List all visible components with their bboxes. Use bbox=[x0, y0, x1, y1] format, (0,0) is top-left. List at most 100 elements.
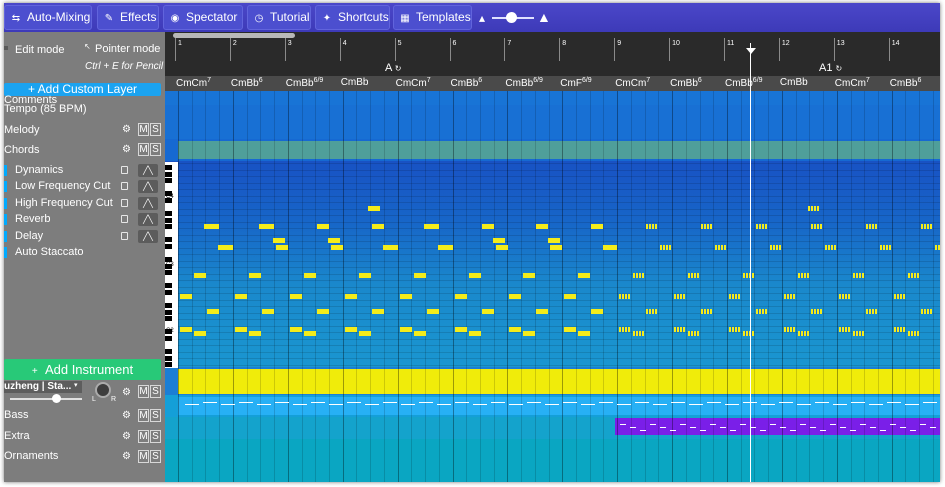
note[interactable] bbox=[688, 273, 700, 278]
bass-note[interactable] bbox=[203, 402, 217, 404]
note[interactable] bbox=[783, 294, 795, 299]
bass-note[interactable] bbox=[401, 404, 415, 406]
extra-note[interactable] bbox=[740, 423, 746, 425]
extra-note[interactable] bbox=[720, 426, 726, 428]
extra-note[interactable] bbox=[870, 426, 876, 428]
black-key[interactable] bbox=[165, 316, 172, 321]
note[interactable] bbox=[426, 309, 439, 314]
note[interactable] bbox=[729, 294, 740, 299]
chords-settings-gear-icon[interactable]: ⚙ bbox=[122, 144, 131, 155]
extra-note[interactable] bbox=[920, 423, 926, 425]
bass-mute-button[interactable]: M bbox=[138, 409, 149, 422]
playhead[interactable] bbox=[750, 43, 751, 482]
note[interactable] bbox=[330, 245, 343, 250]
black-key[interactable] bbox=[165, 310, 172, 315]
zoom-in-icon[interactable]: ▲ bbox=[537, 9, 551, 25]
black-key[interactable] bbox=[165, 218, 172, 223]
melody-block[interactable] bbox=[178, 141, 940, 159]
bass-note[interactable] bbox=[239, 402, 253, 404]
spectator-button[interactable]: ◉ Spectator bbox=[163, 5, 243, 30]
note[interactable] bbox=[619, 327, 631, 332]
chord-label[interactable]: CmBb6/9 bbox=[286, 77, 324, 89]
note[interactable] bbox=[674, 327, 686, 332]
bass-note[interactable] bbox=[383, 402, 397, 404]
black-key[interactable] bbox=[165, 172, 172, 177]
piano-roll-grid[interactable]: C4 C3 C2 bbox=[165, 91, 940, 482]
instrument-select[interactable]: uzheng | Sta... ▾ bbox=[4, 381, 82, 393]
note[interactable] bbox=[920, 224, 932, 229]
bass-note[interactable] bbox=[257, 404, 271, 406]
zoom-out-icon[interactable]: ▴ bbox=[479, 11, 485, 25]
note[interactable] bbox=[591, 309, 604, 314]
note[interactable] bbox=[810, 309, 822, 314]
note[interactable] bbox=[481, 309, 494, 314]
note[interactable] bbox=[591, 224, 604, 229]
bass-note[interactable] bbox=[869, 404, 883, 406]
pointer-mode-button[interactable]: Pointer mode bbox=[95, 43, 160, 55]
bass-note[interactable] bbox=[347, 402, 361, 404]
extra-settings-gear-icon[interactable]: ⚙ bbox=[122, 431, 131, 442]
note[interactable] bbox=[316, 309, 329, 314]
note[interactable] bbox=[454, 327, 467, 332]
envelope-icon[interactable]: ╱╲ bbox=[138, 230, 158, 243]
note[interactable] bbox=[674, 294, 686, 299]
bass-note[interactable] bbox=[563, 402, 577, 404]
instrument-solo-button[interactable]: S bbox=[150, 385, 161, 398]
note[interactable] bbox=[879, 245, 891, 250]
extra-mute-button[interactable]: M bbox=[138, 430, 149, 443]
black-key[interactable] bbox=[165, 356, 172, 361]
envelope-icon[interactable]: ╱╲ bbox=[138, 164, 158, 177]
instrument-mute-button[interactable]: M bbox=[138, 385, 149, 398]
chord-label[interactable]: CmBb6 bbox=[231, 77, 263, 89]
note[interactable] bbox=[344, 294, 357, 299]
note[interactable] bbox=[303, 273, 316, 278]
note[interactable] bbox=[509, 294, 522, 299]
add-instrument-button[interactable]: + Add Instrument bbox=[4, 359, 161, 380]
extra-note[interactable] bbox=[900, 426, 906, 428]
bass-settings-gear-icon[interactable]: ⚙ bbox=[122, 410, 131, 421]
black-key[interactable] bbox=[165, 303, 172, 308]
bass-note[interactable] bbox=[815, 402, 829, 404]
copy-icon[interactable] bbox=[121, 199, 128, 207]
bass-note[interactable] bbox=[851, 402, 865, 404]
bass-note[interactable] bbox=[833, 404, 847, 406]
black-key[interactable] bbox=[165, 362, 172, 367]
copy-icon[interactable] bbox=[121, 166, 128, 174]
note[interactable] bbox=[934, 245, 940, 250]
extra-note[interactable] bbox=[850, 429, 856, 431]
ornaments-solo-button[interactable]: S bbox=[150, 450, 161, 463]
chord-label[interactable]: CmCm7 bbox=[615, 77, 650, 89]
note[interactable] bbox=[536, 309, 549, 314]
note[interactable] bbox=[756, 224, 767, 229]
extra-note[interactable] bbox=[680, 423, 686, 425]
chord-label[interactable]: CmCm7 bbox=[835, 77, 870, 89]
copy-icon[interactable] bbox=[121, 215, 128, 223]
note[interactable] bbox=[440, 245, 453, 250]
timeline-ruler[interactable]: 1 2 3 4 5 6 7 8 9 10 11 12 13 14 bbox=[165, 32, 940, 61]
envelope-icon[interactable]: ╱╲ bbox=[138, 197, 158, 210]
black-key[interactable] bbox=[165, 237, 172, 242]
bass-note[interactable] bbox=[797, 404, 811, 406]
note[interactable] bbox=[523, 273, 536, 278]
note[interactable] bbox=[344, 327, 357, 332]
note[interactable] bbox=[564, 327, 577, 332]
bass-note[interactable] bbox=[671, 402, 685, 404]
black-key[interactable] bbox=[165, 290, 172, 295]
bass-note[interactable] bbox=[545, 404, 559, 406]
note[interactable] bbox=[194, 331, 206, 336]
bass-note[interactable] bbox=[617, 404, 631, 406]
note[interactable] bbox=[234, 294, 247, 299]
bass-note[interactable] bbox=[491, 402, 505, 404]
playhead-marker[interactable] bbox=[746, 48, 756, 54]
note[interactable] bbox=[261, 224, 274, 229]
chord-label[interactable]: CmCm7 bbox=[176, 77, 211, 89]
note[interactable] bbox=[893, 327, 905, 332]
note[interactable] bbox=[619, 294, 631, 299]
note[interactable] bbox=[481, 224, 494, 229]
bass-note[interactable] bbox=[455, 402, 469, 404]
note[interactable] bbox=[838, 294, 850, 299]
note[interactable] bbox=[701, 224, 713, 229]
black-key[interactable] bbox=[165, 211, 172, 216]
note[interactable] bbox=[248, 273, 261, 278]
note[interactable] bbox=[328, 238, 340, 243]
